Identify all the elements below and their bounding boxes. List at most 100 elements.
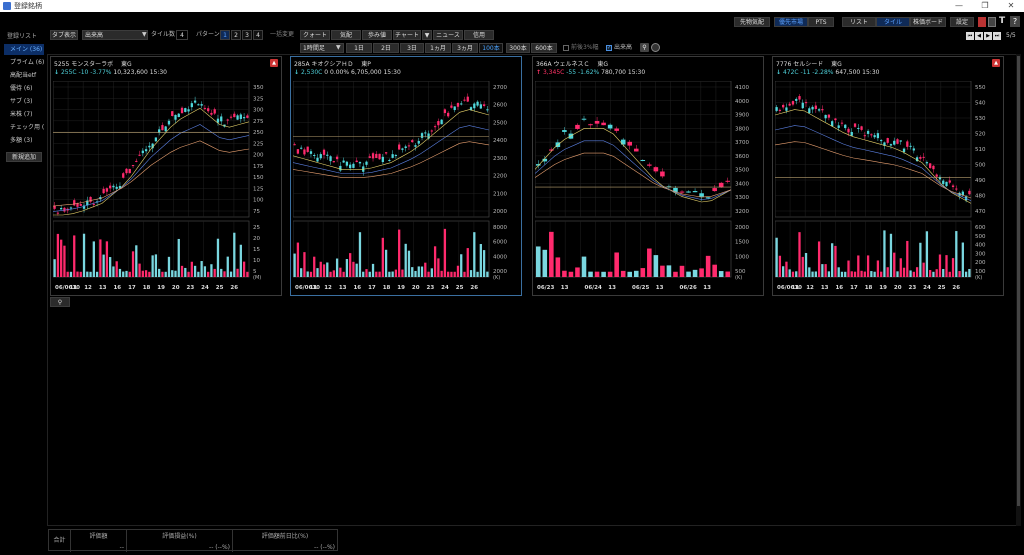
volume-bar (125, 270, 128, 277)
help-icon[interactable]: ? (1010, 16, 1020, 27)
bars-100-button[interactable]: 100本 (479, 43, 503, 53)
quote-time: 15:30 (149, 69, 167, 76)
prev-page-icon[interactable]: ◀ (975, 32, 983, 40)
zoom-icon[interactable]: ⚲ (640, 43, 649, 52)
alert-icon[interactable]: ▲ (270, 59, 278, 67)
pts-button[interactable]: PTS (808, 17, 834, 27)
next-page-icon[interactable]: ▶ (984, 32, 992, 40)
close-button[interactable]: ✕ (1000, 0, 1022, 12)
tab-display-select[interactable]: 出来高 (82, 30, 148, 40)
search-icon[interactable]: ⚲ (50, 297, 70, 307)
volume-bar (938, 254, 942, 277)
sidebar-item[interactable]: サブ (3) (4, 96, 44, 107)
last-page-icon[interactable]: ⏭ (993, 32, 1001, 40)
range-1m-button[interactable]: 1ヵ月 (425, 43, 451, 53)
add-list-button[interactable]: 新規追加 (6, 152, 42, 162)
list-view-button[interactable]: リスト (842, 17, 876, 27)
x-axis-label: 06/23 (537, 285, 554, 291)
candle (236, 115, 239, 120)
news-button[interactable]: ニュース (433, 30, 463, 40)
restore-button[interactable]: ❐ (974, 0, 996, 12)
chart-dropdown-icon[interactable]: ▼ (422, 30, 432, 40)
price-tick-label: 4000 (735, 99, 749, 105)
range-3m-button[interactable]: 3ヵ月 (452, 43, 478, 53)
sidebar-item[interactable]: 高配当etf (4, 70, 44, 81)
volume-bar (945, 255, 948, 277)
tab-display-button[interactable]: タブ表示 (50, 30, 78, 40)
candle (453, 106, 456, 111)
bars-600-button[interactable]: 600本 (531, 43, 557, 53)
stock-tile[interactable]: 366A ウェルネスＣ 東G ↑ 3,345C -55 -1.62% 780,70… (532, 56, 764, 296)
sidebar-item[interactable]: 多額 (3) (4, 135, 44, 146)
quote-button[interactable]: クォート (300, 30, 330, 40)
pattern-1-button[interactable]: 1 (220, 30, 230, 40)
volume-bar (210, 264, 213, 277)
price-tick-label: 350 (253, 85, 264, 91)
last-price: 2,530 (300, 69, 319, 76)
futures-quote-button[interactable]: 先物気配 (734, 17, 770, 27)
tile-view-button[interactable]: タイル (876, 17, 910, 27)
candle (827, 114, 831, 118)
x-axis-label: 13 (339, 285, 347, 291)
volume-bar (213, 268, 216, 277)
volume-bar (601, 271, 606, 277)
sidebar-item[interactable]: 米株 (7) (4, 109, 44, 120)
bars-300-button[interactable]: 300本 (506, 43, 530, 53)
stock-tile[interactable]: 5255 モンスターラボ 東G ▲ ↓ 255C -10 -3.77% 10,323… (50, 56, 282, 296)
sidebar-item[interactable]: チェック用 ( (4, 122, 44, 133)
volume-bar (568, 271, 574, 277)
gear-icon[interactable] (651, 43, 660, 52)
sidebar-item[interactable]: 優待 (6) (4, 83, 44, 94)
volume-bar (705, 255, 711, 277)
minimize-button[interactable]: — (948, 0, 970, 12)
chart-button[interactable]: チャート (393, 30, 421, 40)
vertical-scrollbar[interactable] (1016, 54, 1021, 526)
candle (588, 124, 593, 126)
volume-bar (906, 240, 909, 277)
candle (889, 144, 893, 146)
volume-bar (335, 258, 339, 277)
margin-button[interactable]: 信用 (464, 30, 494, 40)
x-axis-label: 18 (383, 285, 391, 291)
candle (705, 197, 711, 199)
price-chart[interactable]: 350 325 300 275 250 225 200 175 150 125 100 75 25 20 1… (53, 81, 281, 295)
volume-tick-label: 200 (975, 260, 986, 266)
board-button[interactable]: 気配 (331, 30, 361, 40)
ticks-button[interactable]: 歩み値 (362, 30, 392, 40)
sidebar-item[interactable]: メイン (36) (4, 44, 44, 55)
pattern-3-button[interactable]: 3 (242, 30, 252, 40)
priority-market-button[interactable]: 優先市場 (774, 17, 808, 27)
candle (316, 157, 319, 162)
text-icon[interactable]: T (999, 16, 1005, 26)
volume-bar (883, 230, 886, 277)
pattern-4-button[interactable]: 4 (253, 30, 263, 40)
range-3d-button[interactable]: 3日 (400, 43, 424, 53)
volume-bar (795, 271, 798, 277)
volume-bar (782, 266, 785, 277)
price-chart[interactable]: 2700 2600 2500 2400 2300 2200 2100 2000 8000 6000… (293, 81, 521, 295)
range-3pct-checkbox[interactable] (563, 45, 569, 51)
price-chart[interactable]: 550 540 530 520 510 500 490 480 470 600 500 400 300 2… (775, 81, 1003, 295)
pattern-2-button[interactable]: 2 (231, 30, 241, 40)
stock-tile[interactable]: 285A キオクシアＨＤ 東P ↓ 2,530C 0 0.00% 6,705,00… (290, 56, 522, 296)
first-page-icon[interactable]: ⏮ (966, 32, 974, 40)
alert-icon[interactable]: ▲ (992, 59, 1000, 67)
volume: 10,323,600 (113, 69, 148, 76)
range-2d-button[interactable]: 2日 (373, 43, 399, 53)
range-1d-button[interactable]: 1日 (346, 43, 372, 53)
layout-icon[interactable] (988, 17, 996, 27)
settings-button[interactable]: 設定 (950, 17, 974, 27)
volume-checkbox[interactable]: ✓ (606, 45, 612, 51)
day-change-cell: 評価額前日比(%) -- (--%) (233, 530, 337, 552)
x-axis-label: 13 (703, 285, 711, 291)
price-chart[interactable]: 4100 4000 3900 3800 3700 3600 3500 3400 3300 3200… (535, 81, 763, 295)
tile-count-input[interactable]: 4 (176, 30, 188, 40)
pen-icon[interactable] (978, 17, 986, 27)
sidebar-item[interactable]: プライム (6) (4, 57, 44, 68)
volume-tick-label: 600 (975, 225, 986, 231)
volume-bar (365, 269, 368, 277)
stock-board-button[interactable]: 株価ボード (910, 17, 946, 27)
price-change-pct: 0.00% (330, 69, 350, 76)
stock-tile[interactable]: 7776 セルシード 東G ▲ ↓ 472C -11 -2.28% 647,500 … (772, 56, 1004, 296)
stock-name: キオクシアＨＤ (311, 61, 354, 68)
